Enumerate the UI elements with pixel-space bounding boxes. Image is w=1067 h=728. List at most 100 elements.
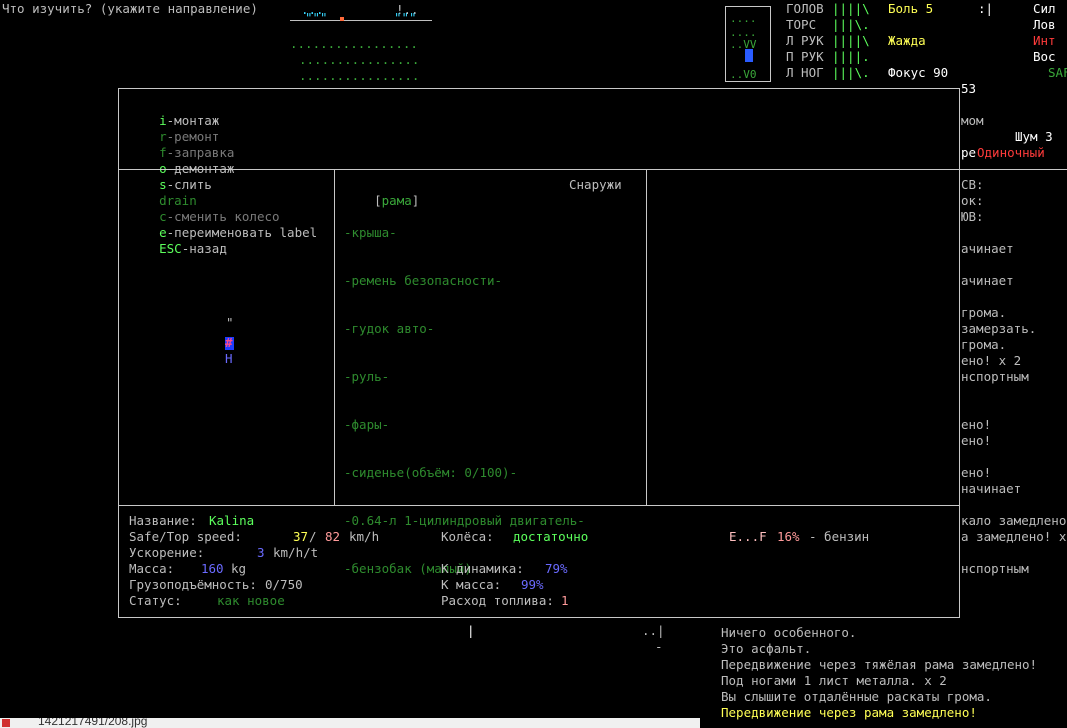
effect-pain: Боль 5 [888, 1, 934, 16]
part-location: Снаружи [569, 177, 622, 192]
vehicle-tile-frame[interactable]: # [225, 335, 233, 351]
info-kmass-label: К масса: [441, 577, 502, 592]
bodypart-larm-bar: ||||\ [832, 33, 870, 48]
body-map: .... .... ..VV ..V0 [725, 6, 771, 82]
bodypart-head-bar: ||||\ [832, 1, 870, 16]
info-speed-sep: / [309, 529, 317, 544]
menu-label-change-wheel[interactable]: -сменить колесо [167, 209, 280, 224]
info-mass-unit: kg [231, 561, 247, 576]
sidebar-line: замерзать. [961, 321, 1037, 336]
bodypart-head: ГОЛОВ [786, 1, 824, 16]
divider-top [119, 169, 959, 170]
part-item-headlights[interactable]: -фары- [344, 417, 585, 433]
log-line: Передвижение через тяжёлая рама замедлен… [721, 657, 1038, 672]
minimap-row-5: ................ [299, 68, 420, 83]
sidebar-line: начинает [961, 481, 1022, 496]
part-item-engine[interactable]: -0.64-л 1-цилиндровый двигатель- [344, 513, 585, 529]
bodypart-torso-bar: |||\. [832, 17, 870, 32]
sidebar-line: ено! [961, 433, 992, 448]
part-item-roof[interactable]: -крыша- [344, 225, 585, 241]
action-menu: i-монтаж r-ремонт f-заправка o-демонтаж … [129, 97, 317, 273]
bodypart-lleg-bar: |||\. [832, 65, 870, 80]
bottom-map-glyph: ..| [642, 623, 665, 638]
part-item-seat[interactable]: -сиденье(объём: 0/100)- [344, 465, 585, 481]
bodypart-torso: ТОРС [786, 17, 817, 32]
info-cargo-label: Грузоподъёмность: [129, 577, 257, 592]
bodypart-larm: Л РУК [786, 33, 824, 48]
menu-key-repair[interactable]: r [159, 129, 167, 144]
part-item-steering[interactable]: -руль- [344, 369, 585, 385]
parts-list: -крыша- -ремень безопасности- -гудок авт… [344, 193, 585, 609]
info-dynamics-label: К динамика: [441, 561, 524, 576]
minimap-player [340, 17, 344, 21]
sidebar-number: 53 [961, 81, 977, 96]
sidebar-line: ено! x 2 [961, 353, 1022, 368]
menu-label-repair[interactable]: -ремонт [167, 129, 220, 144]
menu-key-refill[interactable]: f [159, 145, 167, 160]
sidebar-line: а замедлено! x [961, 529, 1067, 544]
taskbar-strip: 1421217491/208.jpg [0, 718, 700, 728]
taskbar-filename[interactable]: 1421217491/208.jpg [38, 718, 147, 728]
sidebar-line: ено! [961, 417, 992, 432]
stat-str: Сил [1033, 1, 1056, 16]
info-wheels-value: достаточно [513, 529, 589, 544]
info-speed-label: Safe/Top speed: [129, 529, 242, 544]
info-fuel-use-value: 1 [561, 593, 569, 608]
vehicle-tile-top[interactable]: " [226, 315, 234, 331]
sidebar-divider [958, 169, 1067, 170]
menu-key-rename[interactable]: e [159, 225, 167, 240]
effect-thirst: Жажда [888, 33, 926, 48]
bodypart-lleg: Л НОГ [786, 65, 824, 80]
stat-dex: Лов [1033, 17, 1056, 32]
info-speed-safe: 37 [293, 529, 309, 544]
menu-key-back[interactable]: ESC [159, 241, 182, 256]
vehicle-tile-bottom[interactable]: H [225, 351, 233, 367]
info-name-label: Название: [129, 513, 197, 528]
menu-label-refill[interactable]: -заправка [167, 145, 235, 160]
sidebar-line: ок: [961, 193, 984, 208]
info-accel-unit: km/h/t [273, 545, 319, 560]
sidebar-mode: Одиночный [977, 145, 1045, 160]
menu-label-rename[interactable]: -переименовать label [167, 225, 318, 240]
info-status-label: Статус: [129, 593, 182, 608]
sidebar-line: ЮВ: [961, 209, 984, 224]
info-dynamics-value: 79% [545, 561, 568, 576]
menu-label-back[interactable]: -назад [182, 241, 227, 256]
info-speed-top: 82 [325, 529, 341, 544]
menu-label-install[interactable]: -монтаж [167, 113, 220, 128]
sidebar-noise: Шум 3 [1015, 129, 1053, 144]
menu-label-siphon[interactable]: -слить [167, 177, 212, 192]
sidebar-line: кало замедлено [961, 513, 1067, 528]
effect-pain-extra: :| [978, 1, 994, 16]
minimap-row-3b: """ [394, 10, 417, 25]
info-accel-value: 3 [257, 545, 265, 560]
bodymap-player-icon [745, 49, 753, 62]
sidebar-line: СВ: [961, 177, 984, 192]
menu-key-change-wheel[interactable]: c [159, 209, 167, 224]
effect-focus: Фокус 90 [888, 65, 949, 80]
log-line: Вы слышите отдалённые раскаты грома. [721, 689, 992, 704]
part-item-horn[interactable]: -гудок авто- [344, 321, 585, 337]
bottom-map-glyph: - [655, 639, 663, 654]
part-item-seatbelt[interactable]: -ремень безопасности- [344, 273, 585, 289]
divider-v1 [334, 169, 335, 505]
menu-key-siphon[interactable]: s [159, 177, 167, 192]
sidebar-line: мом [961, 113, 984, 128]
info-mass-value: 160 [201, 561, 224, 576]
log-line: Это асфальт. [721, 641, 812, 656]
info-cargo-value: 0/750 [265, 577, 303, 592]
menu-key-drain[interactable]: drain [159, 193, 197, 208]
minimap-row-2: """ [305, 10, 328, 25]
divider-v2 [646, 169, 647, 505]
minimap-road [290, 20, 432, 21]
prompt-text: Что изучить? (укажите направление) [2, 1, 258, 16]
stat-safe: SAF [1048, 65, 1067, 80]
sidebar-line: ачинает [961, 241, 1014, 256]
menu-key-install[interactable]: i [159, 113, 167, 128]
info-accel-label: Ускорение: [129, 545, 205, 560]
info-status-value: как новое [217, 593, 285, 608]
minimap-row-4: ................ [299, 52, 420, 67]
sidebar-mode-prefix: ре [961, 145, 977, 160]
file-icon [2, 719, 10, 727]
info-fuel-use-label: Расход топлива: [441, 593, 554, 608]
